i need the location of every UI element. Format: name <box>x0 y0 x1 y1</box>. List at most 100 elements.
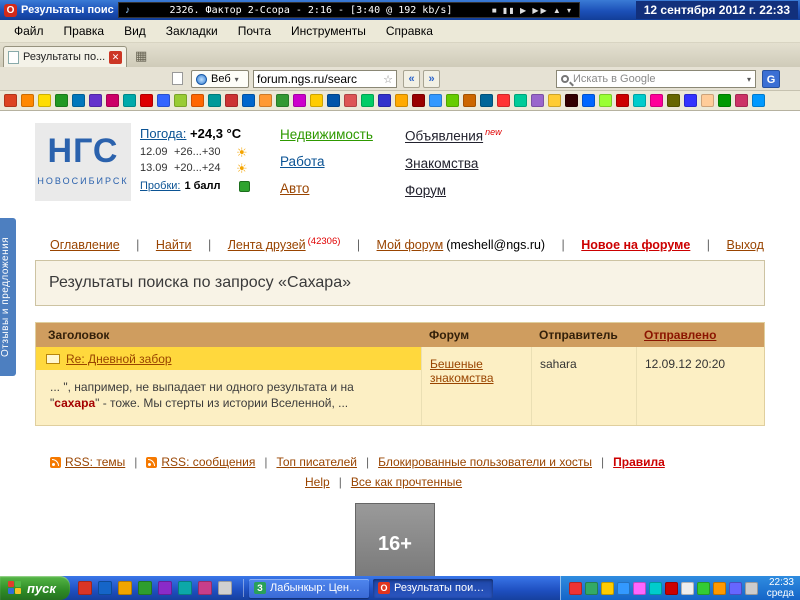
blocked-users-link[interactable]: Блокированные пользователи и хосты <box>378 455 592 469</box>
tray-icon[interactable] <box>569 582 582 595</box>
search-input[interactable] <box>573 73 743 85</box>
help-link[interactable]: Help <box>305 475 330 489</box>
bookmark-icon[interactable] <box>446 94 459 107</box>
link-auto[interactable]: Авто <box>280 181 373 196</box>
bookmark-icon[interactable] <box>174 94 187 107</box>
bookmark-icon[interactable] <box>208 94 221 107</box>
tray-icon[interactable] <box>601 582 614 595</box>
google-icon[interactable]: G <box>762 70 780 88</box>
link-dating[interactable]: Знакомства <box>405 156 502 171</box>
bookmark-icon[interactable] <box>55 94 68 107</box>
bookmark-icon[interactable] <box>191 94 204 107</box>
tray-icon[interactable] <box>729 582 742 595</box>
bookmark-icon[interactable] <box>259 94 272 107</box>
menu-edit[interactable]: Правка <box>54 21 115 41</box>
google-search-field[interactable]: ▾ <box>556 70 756 88</box>
bookmark-icon[interactable] <box>327 94 340 107</box>
player-control-icons[interactable]: ■ ▮▮ ▶ ▶▶ ▲ ▾ <box>492 6 573 15</box>
bookmark-icon[interactable] <box>701 94 714 107</box>
bookmark-star-icon[interactable]: ☆ <box>383 73 393 86</box>
bookmark-icon[interactable] <box>276 94 289 107</box>
rules-link[interactable]: Правила <box>613 455 665 469</box>
bookmark-icon[interactable] <box>89 94 102 107</box>
menu-file[interactable]: Файл <box>4 21 54 41</box>
menu-tools[interactable]: Инструменты <box>281 21 376 41</box>
nav-logout[interactable]: Выход <box>727 238 764 252</box>
bookmark-icon[interactable] <box>361 94 374 107</box>
tray-icon[interactable] <box>745 582 758 595</box>
bookmark-icon[interactable] <box>633 94 646 107</box>
quick-launch-icon[interactable] <box>178 581 192 595</box>
taskbar-window-2-active[interactable]: О Результаты поиск... <box>373 579 493 598</box>
rewind-icon[interactable]: « <box>403 70 420 88</box>
nav-new-on-forum[interactable]: Новое на форуме <box>581 238 690 252</box>
bookmark-icon[interactable] <box>310 94 323 107</box>
bookmark-icon[interactable] <box>667 94 680 107</box>
bookmark-icon[interactable] <box>752 94 765 107</box>
nav-friends-feed[interactable]: Лента друзей <box>228 238 306 252</box>
bookmark-icon[interactable] <box>242 94 255 107</box>
music-player-widget[interactable]: ♪ 2326. Фактор 2-Ссора - 2:16 - [3:40 @ … <box>118 2 580 18</box>
tray-icon[interactable] <box>649 582 662 595</box>
column-sent-sort[interactable]: Отправлено <box>636 328 764 342</box>
feedback-tab[interactable]: Отзывы и предложения <box>0 218 16 376</box>
bookmark-icon[interactable] <box>599 94 612 107</box>
tray-icon[interactable] <box>617 582 630 595</box>
menu-mail[interactable]: Почта <box>228 21 281 41</box>
panels-icon[interactable]: ▦ <box>135 48 147 64</box>
result-forum-link[interactable]: Бешеные знакомства <box>430 357 494 385</box>
bookmark-icon[interactable] <box>4 94 17 107</box>
bookmark-icon[interactable] <box>293 94 306 107</box>
bookmark-icon[interactable] <box>157 94 170 107</box>
tray-icon[interactable] <box>697 582 710 595</box>
tray-icon[interactable] <box>665 582 678 595</box>
nav-my-forum[interactable]: Мой форум <box>377 238 444 252</box>
bookmark-icon[interactable] <box>548 94 561 107</box>
link-realty[interactable]: Недвижимость <box>280 127 373 142</box>
traffic-link[interactable]: Пробки: <box>140 180 180 192</box>
bookmark-icon[interactable] <box>735 94 748 107</box>
fast-forward-icon[interactable]: » <box>423 70 440 88</box>
nav-search[interactable]: Найти <box>156 238 192 252</box>
bookmark-icon[interactable] <box>395 94 408 107</box>
url-input[interactable] <box>257 72 383 86</box>
tray-icon[interactable] <box>633 582 646 595</box>
search-dropdown-icon[interactable]: ▾ <box>747 75 751 84</box>
quick-launch-icon[interactable] <box>98 581 112 595</box>
menu-bookmarks[interactable]: Закладки <box>156 21 228 41</box>
quick-launch-icon[interactable] <box>118 581 132 595</box>
bookmark-icon[interactable] <box>616 94 629 107</box>
rss-messages-link[interactable]: RSS: сообщения <box>161 455 255 469</box>
bookmark-icon[interactable] <box>106 94 119 107</box>
mark-read-link[interactable]: Все как прочтенные <box>351 475 462 489</box>
bookmark-icon[interactable] <box>565 94 578 107</box>
bookmark-icon[interactable] <box>429 94 442 107</box>
ngs-logo[interactable]: НГС НОВОСИБИРСК <box>35 123 131 201</box>
bookmark-icon[interactable] <box>582 94 595 107</box>
quick-launch-icon[interactable] <box>198 581 212 595</box>
bookmark-icon[interactable] <box>718 94 731 107</box>
link-forum[interactable]: Форум <box>405 183 502 198</box>
nav-contents[interactable]: Оглавление <box>50 238 120 252</box>
tray-icon[interactable] <box>713 582 726 595</box>
tab-results[interactable]: Результаты по... ✕ <box>3 46 127 67</box>
start-button[interactable]: пуск <box>0 576 70 600</box>
taskbar-window-1[interactable]: З Лабынкыр: Центра... <box>249 579 369 598</box>
bookmark-icon[interactable] <box>140 94 153 107</box>
bookmark-icon[interactable] <box>684 94 697 107</box>
quick-launch-icon[interactable] <box>78 581 92 595</box>
tray-icon[interactable] <box>681 582 694 595</box>
url-field[interactable]: ☆ <box>253 70 397 88</box>
bookmark-icon[interactable] <box>344 94 357 107</box>
bookmark-icon[interactable] <box>72 94 85 107</box>
bookmark-icon[interactable] <box>123 94 136 107</box>
bookmark-icon[interactable] <box>463 94 476 107</box>
tray-icon[interactable] <box>585 582 598 595</box>
quick-launch-icon[interactable] <box>158 581 172 595</box>
weather-link[interactable]: Погода: <box>140 126 186 141</box>
bookmark-icon[interactable] <box>480 94 493 107</box>
bookmark-icon[interactable] <box>412 94 425 107</box>
top-writers-link[interactable]: Топ писателей <box>276 455 357 469</box>
bookmark-icon[interactable] <box>497 94 510 107</box>
bookmark-icon[interactable] <box>38 94 51 107</box>
